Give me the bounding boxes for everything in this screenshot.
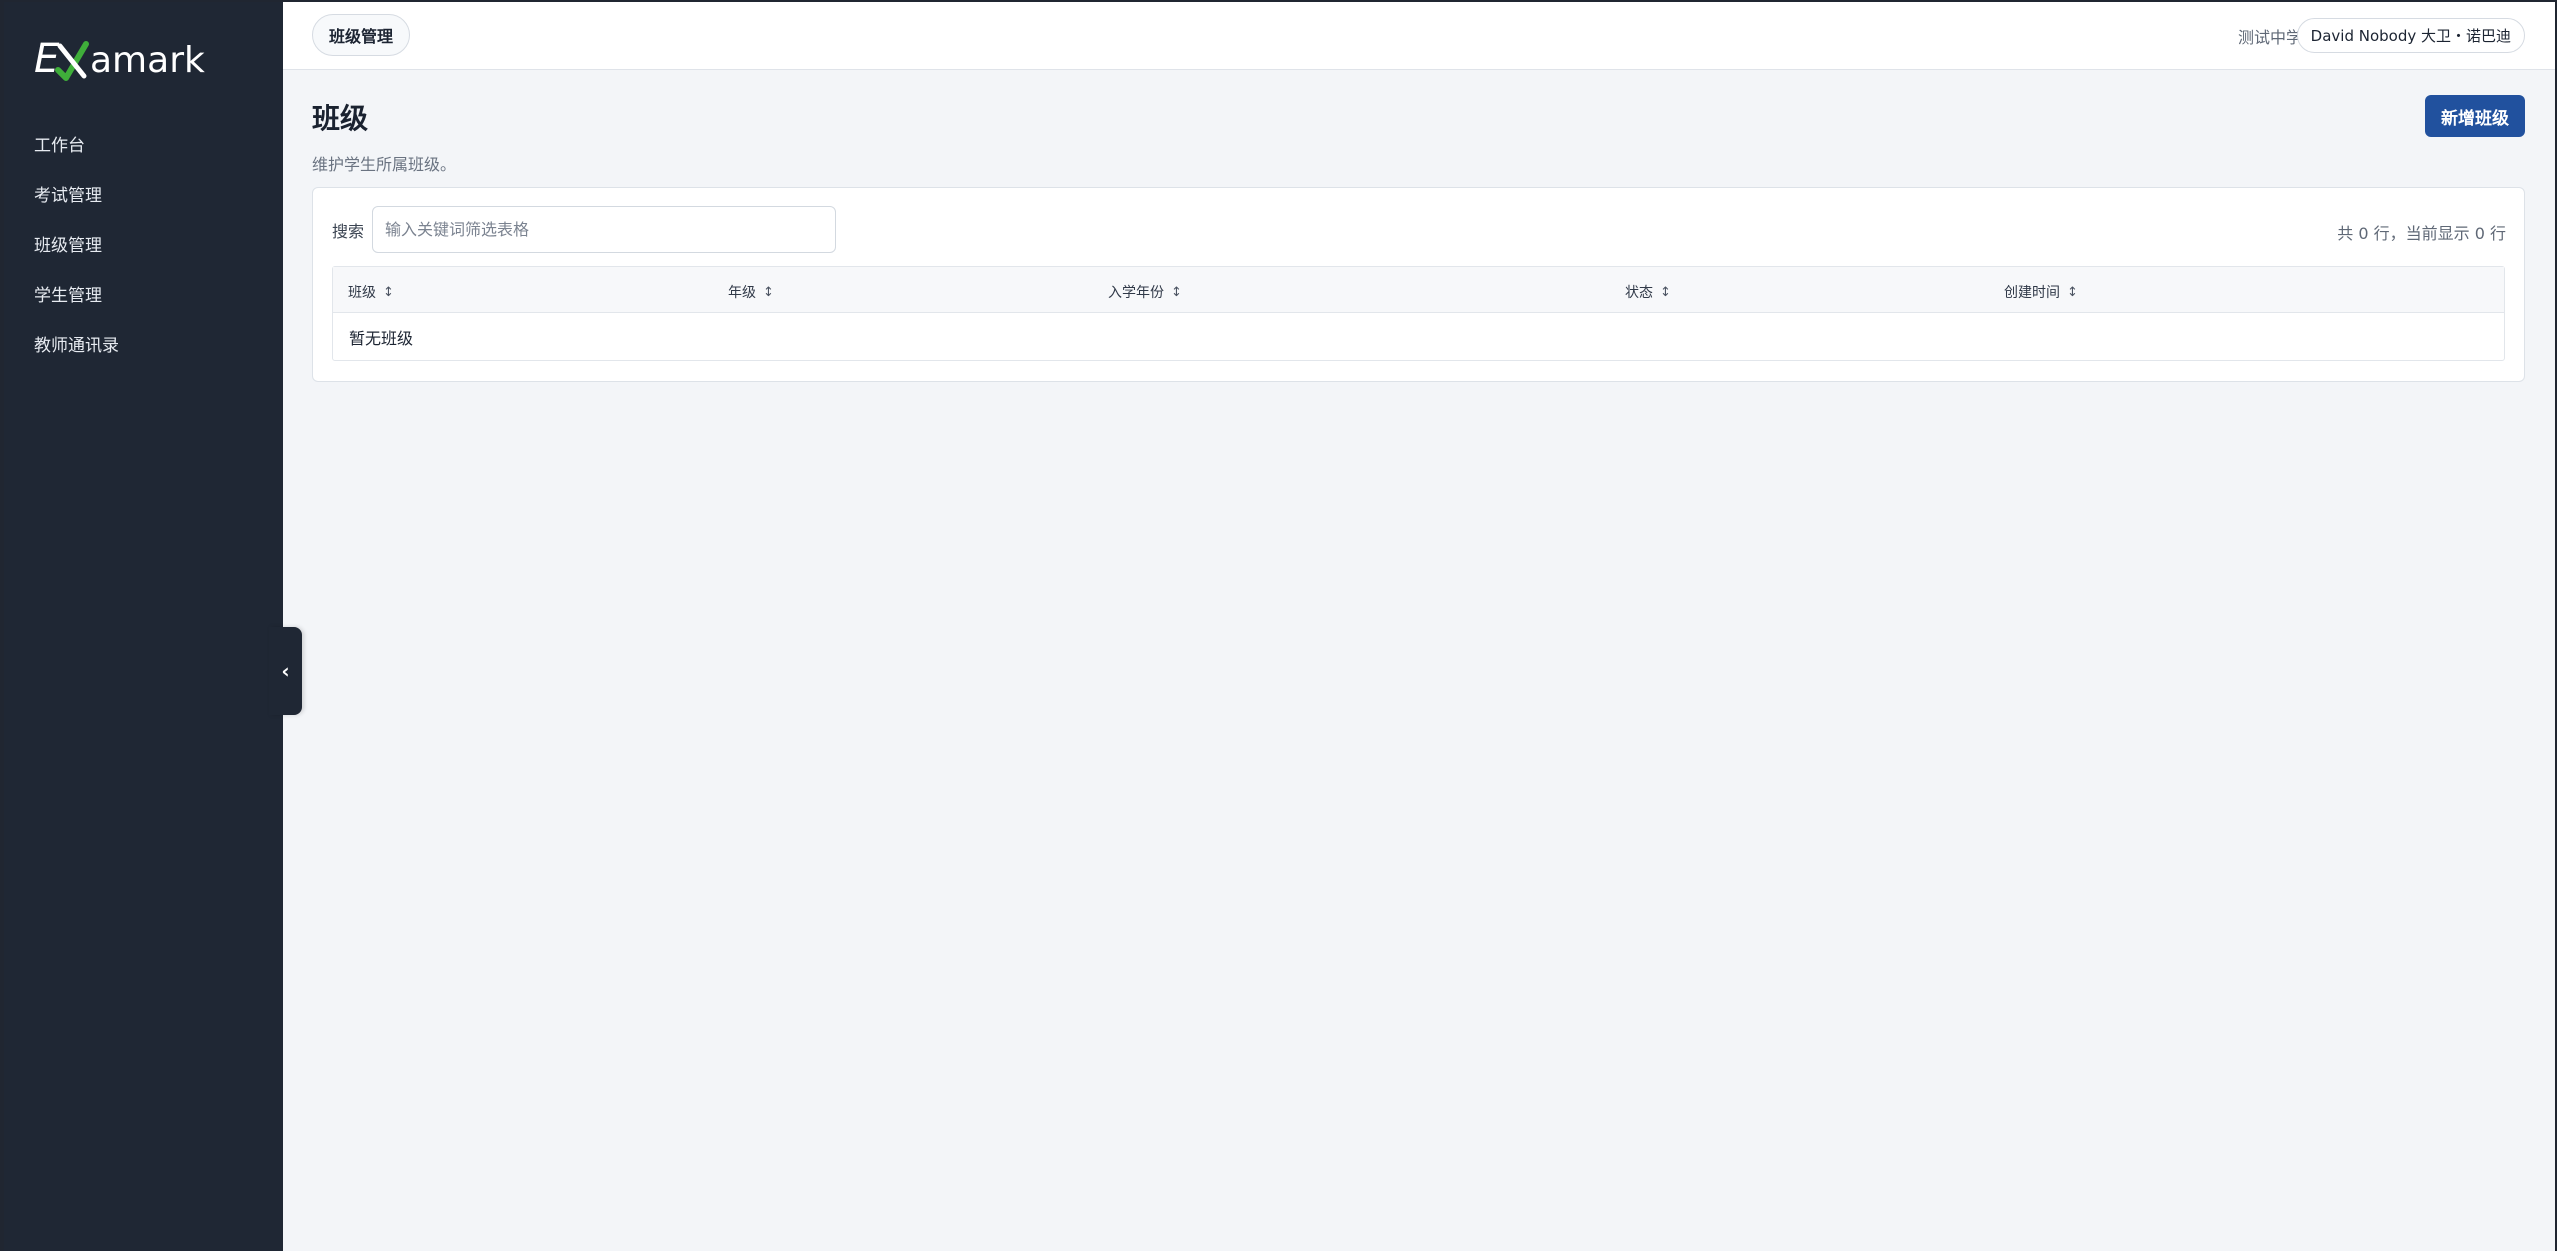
sidebar-item-label: 学生管理: [34, 285, 102, 306]
column-header-grade[interactable]: 年级 ↕: [728, 282, 774, 302]
search-input[interactable]: [372, 206, 837, 253]
user-name: David Nobody 大卫・诺巴迪: [2310, 27, 2511, 45]
sort-icon: ↕: [1171, 284, 1182, 300]
classes-card: 搜索 共 0 行，当前显示 0 行 班级 ↕ 年级 ↕ 入学年份 ↕: [312, 187, 2525, 382]
add-class-button[interactable]: 新增班级: [2425, 95, 2525, 137]
sidebar: E amark 工作台 考试管理 班级管理 学生管理 教师通讯录: [4, 2, 283, 1251]
main-content: 班级管理 测试中学 David Nobody 大卫・诺巴迪 班级 维护学生所属班…: [283, 2, 2555, 1251]
school-name: 测试中学: [2237, 28, 2302, 47]
sidebar-item-teacher-directory[interactable]: 教师通讯录: [4, 318, 283, 368]
sort-icon: ↕: [1660, 284, 1671, 300]
column-header-created-at[interactable]: 创建时间 ↕: [2004, 282, 2078, 302]
examark-logo[interactable]: E amark: [32, 30, 232, 86]
sort-icon: ↕: [383, 284, 394, 300]
page-header: 班级 维护学生所属班级。: [312, 97, 456, 175]
page-title: 班级: [312, 102, 369, 135]
sidebar-item-students[interactable]: 学生管理: [4, 268, 283, 318]
sidebar-item-classes[interactable]: 班级管理: [4, 218, 283, 268]
sidebar-collapse-button[interactable]: ‹: [269, 627, 302, 715]
chevron-left-icon: ‹: [281, 659, 290, 683]
svg-text:amark: amark: [90, 40, 205, 81]
sidebar-nav: 工作台 考试管理 班级管理 学生管理 教师通讯录: [4, 118, 283, 368]
column-header-status[interactable]: 状态 ↕: [1625, 282, 1671, 302]
breadcrumb[interactable]: 班级管理: [312, 14, 411, 56]
column-header-label: 状态: [1625, 285, 1653, 301]
sidebar-item-label: 班级管理: [34, 235, 102, 256]
row-count: 共 0 行，当前显示 0 行: [2337, 224, 2506, 243]
page-subtitle: 维护学生所属班级。: [312, 155, 457, 174]
column-header-label: 班级: [348, 285, 376, 301]
examark-logo-mark: E amark: [34, 36, 205, 82]
empty-message: 暂无班级: [349, 329, 414, 348]
sidebar-item-workbench[interactable]: 工作台: [4, 118, 283, 168]
sidebar-item-exams[interactable]: 考试管理: [4, 168, 283, 218]
search-label: 搜索: [332, 221, 365, 241]
topbar: 班级管理 测试中学 David Nobody 大卫・诺巴迪: [283, 2, 2555, 70]
sort-icon: ↕: [763, 284, 774, 300]
svg-text:E: E: [34, 36, 60, 82]
sidebar-item-label: 工作台: [34, 135, 85, 156]
table-empty-row: 暂无班级: [333, 313, 2504, 361]
column-header-class[interactable]: 班级 ↕: [348, 282, 394, 302]
user-menu-button[interactable]: David Nobody 大卫・诺巴迪: [2296, 18, 2525, 53]
column-header-label: 年级: [728, 285, 756, 301]
sidebar-item-label: 教师通讯录: [34, 335, 119, 356]
table-header: 班级 ↕ 年级 ↕ 入学年份 ↕ 状态 ↕ 创建时间 ↕: [333, 267, 2504, 313]
search-row: 搜索: [332, 206, 837, 253]
column-header-label: 创建时间: [2004, 285, 2060, 301]
sidebar-item-label: 考试管理: [34, 185, 102, 206]
column-header-enrollment-year[interactable]: 入学年份 ↕: [1108, 282, 1182, 302]
column-header-label: 入学年份: [1108, 285, 1164, 301]
sort-icon: ↕: [2067, 284, 2078, 300]
classes-table: 班级 ↕ 年级 ↕ 入学年份 ↕ 状态 ↕ 创建时间 ↕ 暂无班级: [332, 266, 2505, 361]
app-window: E amark 工作台 考试管理 班级管理 学生管理 教师通讯录 ‹ 班级管理 …: [4, 2, 2555, 1251]
